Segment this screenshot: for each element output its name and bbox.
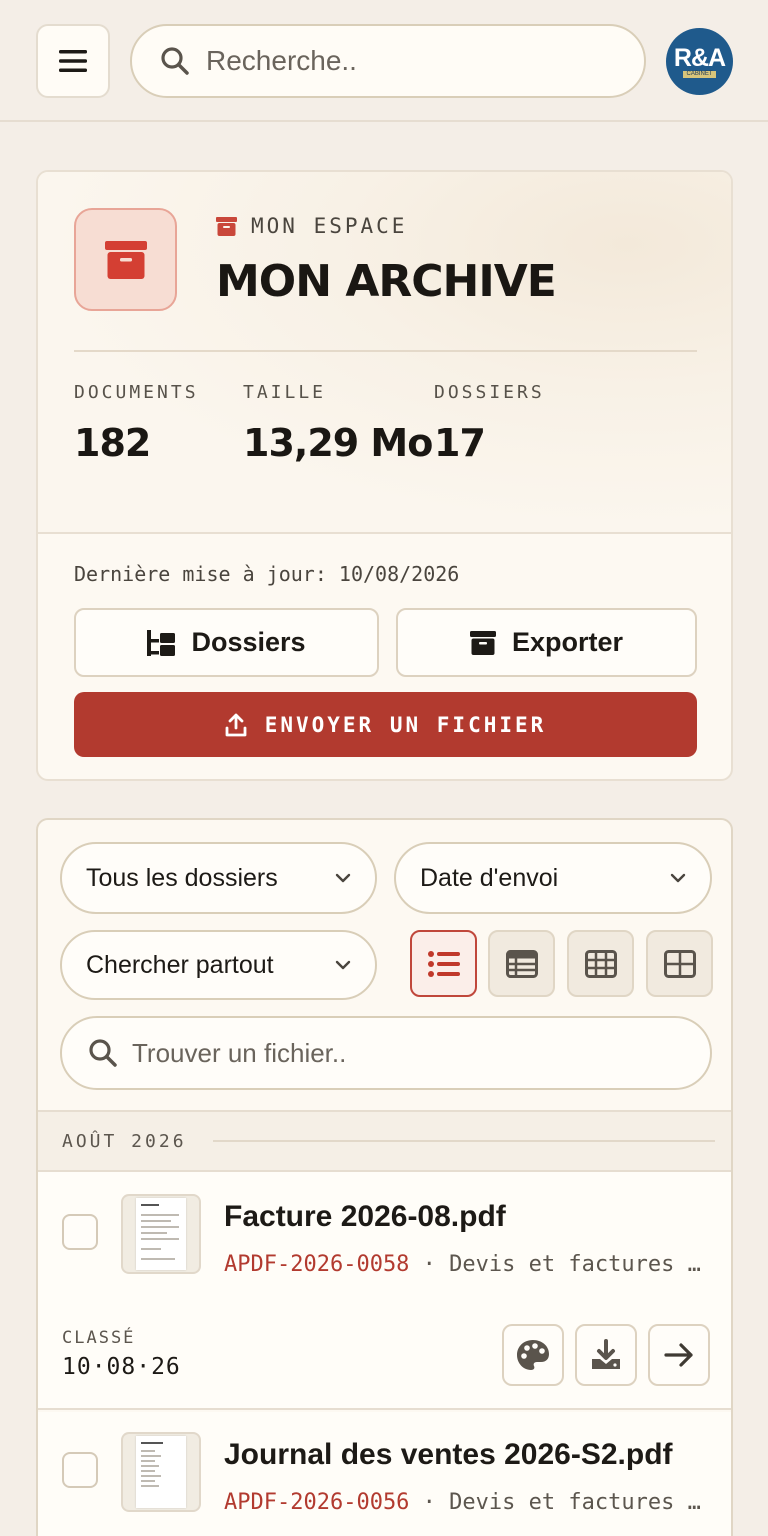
stat-size: TAILLE 13,29 Mo: [243, 382, 433, 465]
stat-value: 13,29 Mo: [243, 421, 433, 465]
avatar-subtext: CABINET: [683, 70, 716, 78]
avatar[interactable]: R&A CABINET: [666, 28, 733, 95]
stat-documents: DOCUMENTS 182: [74, 382, 199, 465]
month-divider: [212, 1140, 715, 1142]
upload-icon: [225, 713, 247, 737]
export-button-label: Exporter: [511, 627, 624, 657]
download-button[interactable]: [575, 1324, 637, 1386]
archive-summary: MON ESPACE MON ARCHIVE DOCUMENTS 182 TAI…: [38, 172, 731, 534]
folder-tree-icon: [147, 629, 176, 656]
stat-value: 17: [434, 421, 486, 465]
file-name[interactable]: Facture 2026-08.pdf: [224, 1200, 506, 1234]
archive-badge: [74, 208, 177, 311]
status-date: 10·08·26: [62, 1354, 181, 1380]
file-folder: · Devis et factures (clients): [422, 1490, 714, 1515]
status-label: CLASSÉ: [62, 1328, 136, 1348]
upload-button-label: ENVOYER UN FICHIER: [264, 712, 547, 737]
file-row[interactable]: Journal des ventes 2026-S2.pdf APDF-2026…: [38, 1412, 731, 1536]
table-icon: [505, 949, 538, 978]
grid-large-icon: [663, 949, 696, 978]
file-meta: APDF-2026-0058 · Devis et factures (clie…: [224, 1252, 714, 1277]
top-bar: R&A CABINET: [0, 0, 768, 122]
eyebrow-label: MON ESPACE: [251, 214, 408, 238]
page-title: MON ARCHIVE: [216, 256, 557, 307]
files-panel: Tous les dossiers Date d'envoi Chercher …: [36, 818, 733, 1536]
global-search: [130, 24, 646, 98]
chevron-down-icon: [335, 960, 351, 970]
scope-select[interactable]: Chercher partout: [60, 930, 377, 1000]
arrow-right-icon: [664, 1343, 693, 1367]
view-list-button[interactable]: [410, 930, 477, 997]
file-reference: APDF-2026-0058: [224, 1252, 410, 1277]
export-button[interactable]: Exporter: [396, 608, 697, 677]
file-checkbox[interactable]: [62, 1214, 98, 1250]
folder-select-value: Tous les dossiers: [86, 863, 278, 892]
file-folder: · Devis et factures (clients): [422, 1252, 714, 1277]
last-updated: Dernière mise à jour: 10/08/2026: [74, 562, 460, 586]
eyebrow: MON ESPACE: [216, 214, 407, 238]
stat-value: 182: [74, 421, 151, 465]
view-grid-button[interactable]: [567, 930, 634, 997]
hamburger-icon: [59, 50, 87, 72]
search-icon: [161, 47, 189, 75]
archive-small-icon: [216, 216, 237, 236]
folder-select[interactable]: Tous les dossiers: [60, 842, 377, 914]
file-search: [60, 1016, 712, 1090]
file-thumbnail[interactable]: [121, 1432, 201, 1512]
style-button[interactable]: [502, 1324, 564, 1386]
folders-button[interactable]: Dossiers: [74, 608, 379, 677]
file-checkbox[interactable]: [62, 1452, 98, 1488]
pdf-preview-icon: [136, 1436, 186, 1508]
folders-button-label: Dossiers: [191, 627, 306, 657]
file-meta: APDF-2026-0056 · Devis et factures (clie…: [224, 1490, 714, 1515]
chevron-down-icon: [335, 873, 351, 883]
download-icon: [592, 1339, 620, 1369]
open-button[interactable]: [648, 1324, 710, 1386]
file-reference: APDF-2026-0056: [224, 1490, 410, 1515]
archive-box-icon: [104, 240, 147, 279]
avatar-text: R&A: [673, 43, 726, 72]
palette-icon: [517, 1340, 549, 1370]
menu-button[interactable]: [36, 24, 110, 98]
upload-button[interactable]: ENVOYER UN FICHIER: [74, 692, 697, 757]
sort-select-value: Date d'envoi: [420, 863, 559, 892]
view-tiles-button[interactable]: [646, 930, 713, 997]
chevron-down-icon: [670, 873, 686, 883]
divider: [74, 350, 697, 352]
file-row[interactable]: Facture 2026-08.pdf APDF-2026-0058 · Dev…: [38, 1172, 731, 1410]
month-label: AOÛT 2026: [62, 1130, 187, 1152]
archive-card: MON ESPACE MON ARCHIVE DOCUMENTS 182 TAI…: [36, 170, 733, 781]
stat-label: DOCUMENTS: [74, 382, 199, 403]
list-icon: [427, 950, 460, 977]
global-search-input[interactable]: [206, 45, 606, 77]
file-search-input[interactable]: [132, 1037, 652, 1069]
search-icon: [89, 1039, 117, 1067]
sort-select[interactable]: Date d'envoi: [394, 842, 712, 914]
stat-label: TAILLE: [243, 382, 327, 403]
month-group-header: AOÛT 2026: [38, 1110, 731, 1172]
file-thumbnail[interactable]: [121, 1194, 201, 1274]
archive-icon: [469, 630, 496, 655]
pdf-preview-icon: [136, 1198, 186, 1270]
scope-select-value: Chercher partout: [86, 950, 274, 979]
grid-small-icon: [584, 949, 617, 978]
view-table-button[interactable]: [488, 930, 555, 997]
file-name[interactable]: Journal des ventes 2026-S2.pdf: [224, 1438, 673, 1472]
stat-label: DOSSIERS: [434, 382, 545, 403]
stat-folders: DOSSIERS 17: [434, 382, 545, 465]
